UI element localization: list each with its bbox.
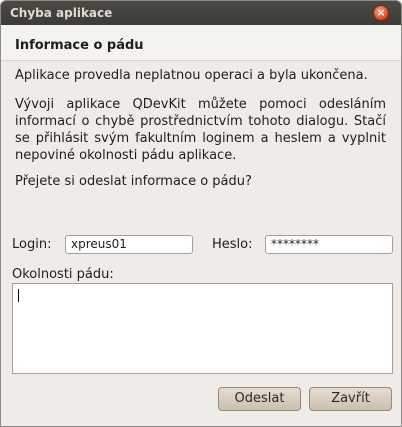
details-textarea[interactable] xyxy=(12,283,393,374)
login-label: Login: xyxy=(12,237,52,252)
close-button[interactable]: Zavřít xyxy=(309,387,392,411)
close-icon[interactable]: × xyxy=(373,5,389,21)
send-button[interactable]: Odeslat xyxy=(218,387,301,411)
title-bar[interactable]: Chyba aplikace × xyxy=(1,1,401,25)
crash-dialog: Chyba aplikace × Informace o pádu Aplika… xyxy=(0,0,402,427)
crash-message: Aplikace provedla neplatnou operaci a by… xyxy=(15,68,368,83)
dialog-content: Informace o pádu Aplikace provedla nepla… xyxy=(1,25,401,426)
window-title: Chyba aplikace xyxy=(10,6,113,20)
details-label: Okolnosti pádu: xyxy=(12,267,114,282)
help-message: Vývoji aplikace QDevKit můžete pomoci od… xyxy=(15,97,386,163)
login-field[interactable]: xpreus01 xyxy=(65,235,193,254)
text-cursor xyxy=(18,289,19,302)
header-panel: Informace o pádu xyxy=(1,25,401,61)
password-field[interactable]: ******** xyxy=(265,235,393,254)
question-message: Přejete si odeslat informace o pádu? xyxy=(15,174,252,189)
password-label: Heslo: xyxy=(212,237,253,252)
header-title: Informace o pádu xyxy=(15,38,144,53)
